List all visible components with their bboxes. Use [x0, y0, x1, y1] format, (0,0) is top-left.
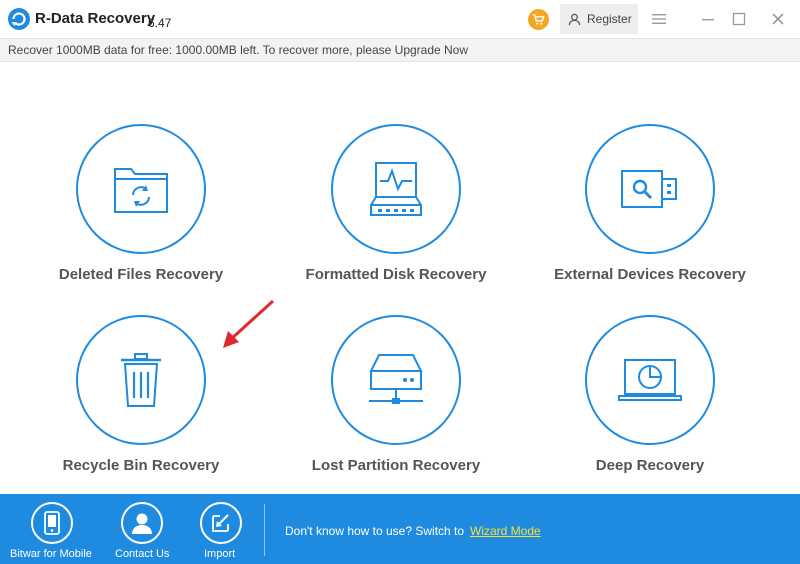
tile-formatted-disk-recovery[interactable]: Formatted Disk Recovery	[268, 124, 518, 299]
bottom-label: Import	[204, 548, 236, 560]
tile-lost-partition-recovery[interactable]: Lost Partition Recovery	[268, 315, 518, 490]
app-logo-icon	[8, 8, 30, 30]
app-title: R-Data Recovery	[35, 10, 156, 27]
cart-button[interactable]	[528, 9, 549, 30]
tile-label: Deep Recovery	[595, 457, 705, 474]
tile-deep-recovery[interactable]: Deep Recovery	[522, 315, 772, 490]
tile-circle	[585, 315, 715, 445]
laptop-clock-icon	[618, 359, 682, 401]
annotation-arrow-icon	[223, 299, 275, 348]
maximize-icon	[732, 12, 746, 26]
free-quota-bar: Recover 1000MB data for free: 1000.00MB …	[0, 38, 800, 62]
wizard-hint-text: Don't know how to use? Switch to	[285, 524, 465, 538]
trash-bin-icon	[121, 353, 161, 407]
tile-label: Lost Partition Recovery	[311, 457, 481, 474]
folder-recycle-icon	[114, 168, 168, 213]
bottom-divider	[264, 504, 265, 556]
close-button[interactable]	[767, 8, 789, 30]
minimize-icon	[702, 19, 714, 21]
bottom-label: Contact Us	[115, 548, 170, 560]
import-icon	[212, 514, 229, 532]
tile-deleted-files-recovery[interactable]: Deleted Files Recovery	[13, 124, 263, 299]
mobile-icon	[44, 511, 60, 535]
register-button[interactable]: Register	[560, 4, 638, 34]
cart-icon	[532, 14, 545, 25]
tile-circle	[331, 315, 461, 445]
bottom-circle	[121, 502, 163, 544]
network-drive-icon	[369, 354, 423, 404]
title-bar: R-Data Recovery 6.47 Register	[0, 0, 800, 38]
tile-circle	[76, 124, 206, 254]
tile-label: Recycle Bin Recovery	[62, 457, 220, 474]
tile-external-devices-recovery[interactable]: External Devices Recovery	[522, 124, 772, 299]
bottom-circle	[200, 502, 242, 544]
bottom-circle	[31, 502, 73, 544]
close-icon	[772, 13, 784, 25]
user-icon	[568, 13, 581, 25]
menu-button[interactable]	[648, 8, 670, 30]
tile-circle	[76, 315, 206, 445]
tile-label: Deleted Files Recovery	[58, 266, 224, 283]
free-quota-message: Recover 1000MB data for free: 1000.00MB …	[8, 43, 469, 57]
hamburger-icon	[652, 14, 666, 24]
tile-label: External Devices Recovery	[554, 266, 746, 283]
maximize-button[interactable]	[728, 8, 750, 30]
contact-us-button[interactable]: Contact Us	[104, 494, 182, 564]
app-version: 6.47	[148, 16, 172, 30]
tile-circle	[585, 124, 715, 254]
import-button[interactable]: Import	[182, 494, 262, 564]
disk-pulse-icon	[370, 162, 422, 216]
bitwar-for-mobile-button[interactable]: Bitwar for Mobile	[0, 494, 104, 564]
bottom-bar: Bitwar for Mobile Contact Us Import Don'…	[0, 494, 800, 564]
minimize-button[interactable]	[697, 8, 719, 30]
tile-label: Formatted Disk Recovery	[305, 266, 487, 283]
bottom-label: Bitwar for Mobile	[10, 548, 92, 560]
register-label: Register	[587, 12, 632, 26]
person-icon	[132, 513, 152, 534]
tile-circle	[331, 124, 461, 254]
usb-drive-icon	[621, 170, 677, 208]
wizard-mode-link[interactable]: Wizard Mode	[470, 524, 541, 538]
